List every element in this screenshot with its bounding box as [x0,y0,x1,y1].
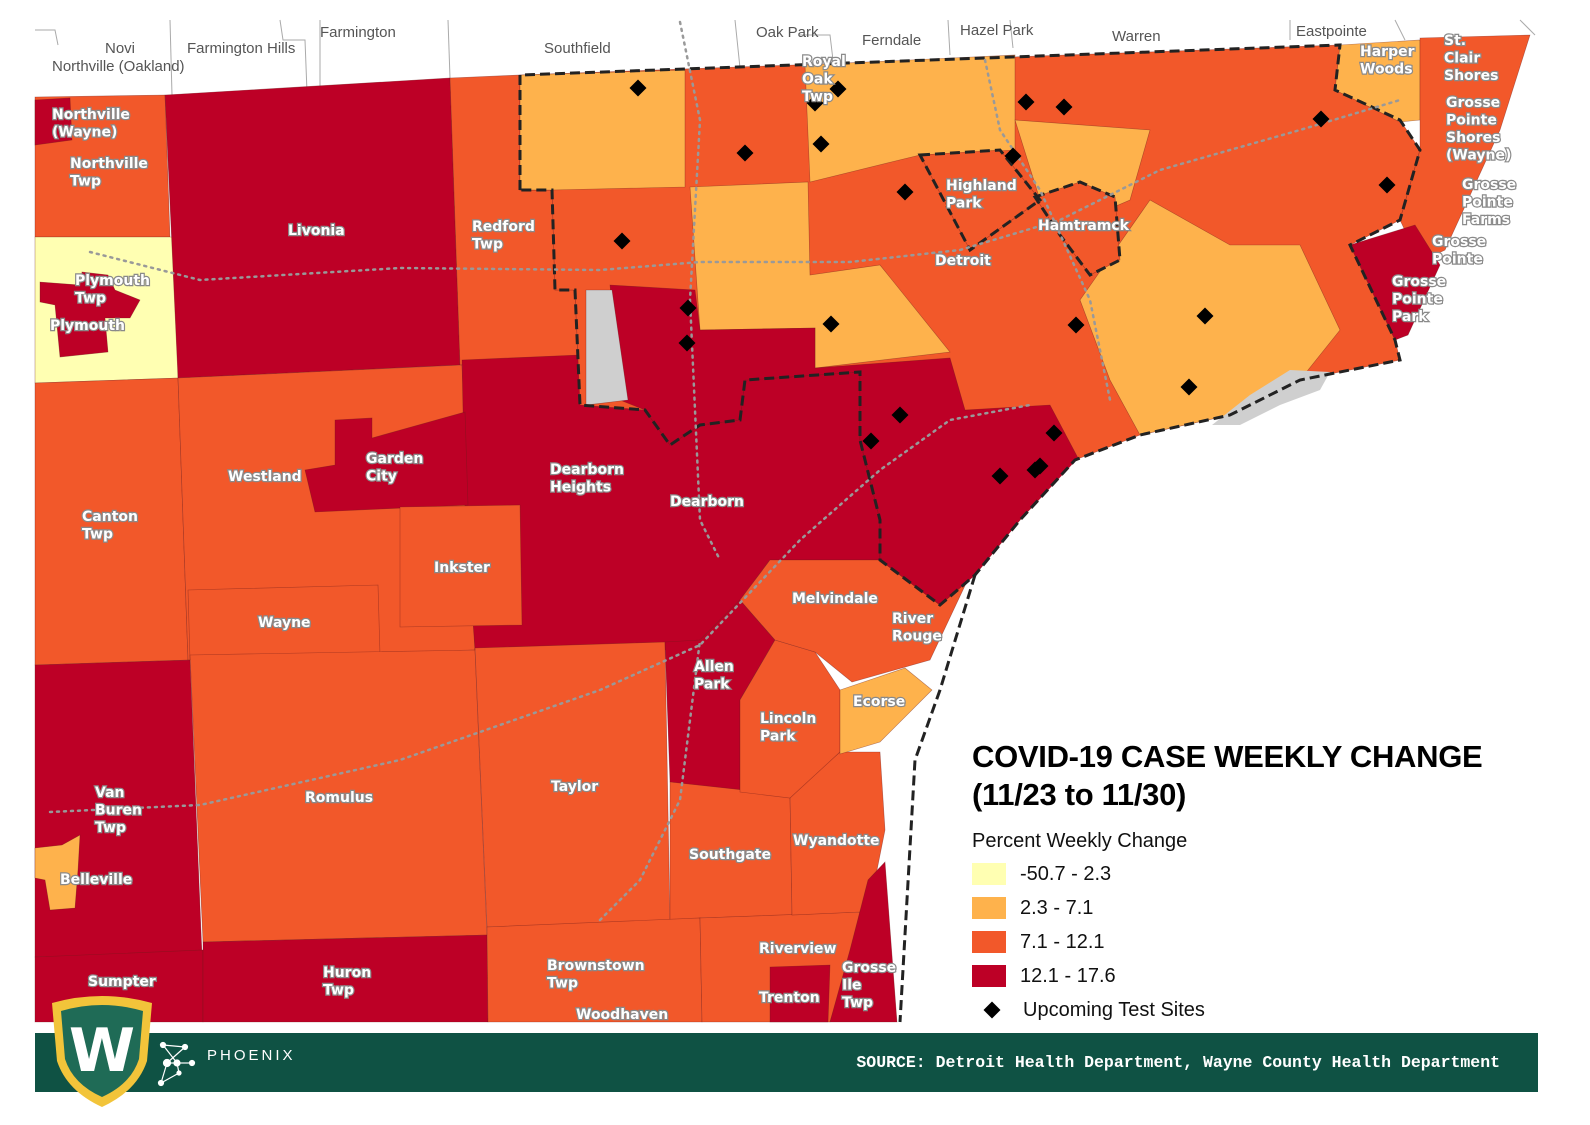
region-detroit-nw [519,69,686,191]
label-place: Melvindale [792,591,878,607]
label-place: Wyandotte [793,833,880,849]
legend-item: -50.7 - 2.3 [972,857,1482,891]
label-southfield: Southfield [544,40,611,57]
label-place: Sumpter [88,974,156,990]
label-place: Plymouth [50,318,125,334]
label-warren: Warren [1112,28,1161,45]
label-novi: Novi [105,40,135,57]
label-place: Southgate [689,847,771,863]
legend-swatch [972,897,1006,919]
label-place: Livonia [288,223,345,239]
label-place: Inkster [434,560,490,576]
legend-heading: Percent Weekly Change [972,830,1188,852]
network-icon [157,1041,196,1087]
brand-name: PHOENIX [207,1047,296,1064]
label-place: Trenton [759,990,820,1006]
footer-bar: W PHOENIX SOURCE: Detroit Health Departm… [35,996,1538,1107]
legend-label: -50.7 - 2.3 [1020,862,1112,885]
label-place: Grosse Pointe Park [1392,274,1446,325]
label-place: Hamtramck [1038,218,1130,234]
label-place: Wayne [258,615,311,631]
label-place: Taylor [551,779,598,795]
legend-swatch [972,931,1006,953]
legend-swatch [972,863,1006,885]
label-place: Woodhaven [576,1007,668,1023]
label-farmington-hills: Farmington Hills [187,40,295,57]
legend-item-test-sites: Upcoming Test Sites [972,993,1482,1027]
legend-item: 12.1 - 17.6 [972,959,1482,993]
label-place: Ecorse [853,694,905,710]
label-place: Dearborn [670,494,744,510]
label-place: Westland [228,469,302,485]
diamond-icon [983,1001,1001,1019]
label-place: Grosse Pointe Farms [1462,177,1516,228]
logo-letter: W [69,1016,135,1086]
wsu-shield-logo: W [52,996,152,1107]
label-place: Riverview [759,941,837,957]
source-text: SOURCE: Detroit Health Department, Wayne… [856,1053,1500,1072]
legend-label: Upcoming Test Sites [1023,998,1205,1021]
legend-item: 7.1 - 12.1 [972,925,1482,959]
label-oak-park: Oak Park [756,24,819,41]
label-place: Detroit [935,253,991,269]
label-place: Belleville [60,872,132,888]
legend-label: 2.3 - 7.1 [1020,896,1094,919]
label-place: Grosse Pointe [1432,234,1486,268]
label-harper-woods: Harper Woods [1360,44,1415,78]
map-title: COVID-19 CASE WEEKLY CHANGE [972,739,1483,774]
legend-swatch [972,965,1006,987]
legend-label: 12.1 - 17.6 [1020,964,1116,987]
label-place: Romulus [305,790,373,806]
label-farmington: Farmington [320,24,396,41]
label-northville-oakland: Northville (Oakland) [52,58,185,75]
map-date-range: (11/23 to 11/30) [972,777,1187,812]
label-eastpointe: Eastpointe [1296,23,1367,40]
legend-label: 7.1 - 12.1 [1020,930,1105,953]
label-place: Allen Park [694,659,734,693]
legend: COVID-19 CASE WEEKLY CHANGE (11/23 to 11… [972,738,1483,1027]
legend-item: 2.3 - 7.1 [972,891,1482,925]
label-hazel-park: Hazel Park [960,22,1034,39]
label-ferndale: Ferndale [862,32,921,49]
